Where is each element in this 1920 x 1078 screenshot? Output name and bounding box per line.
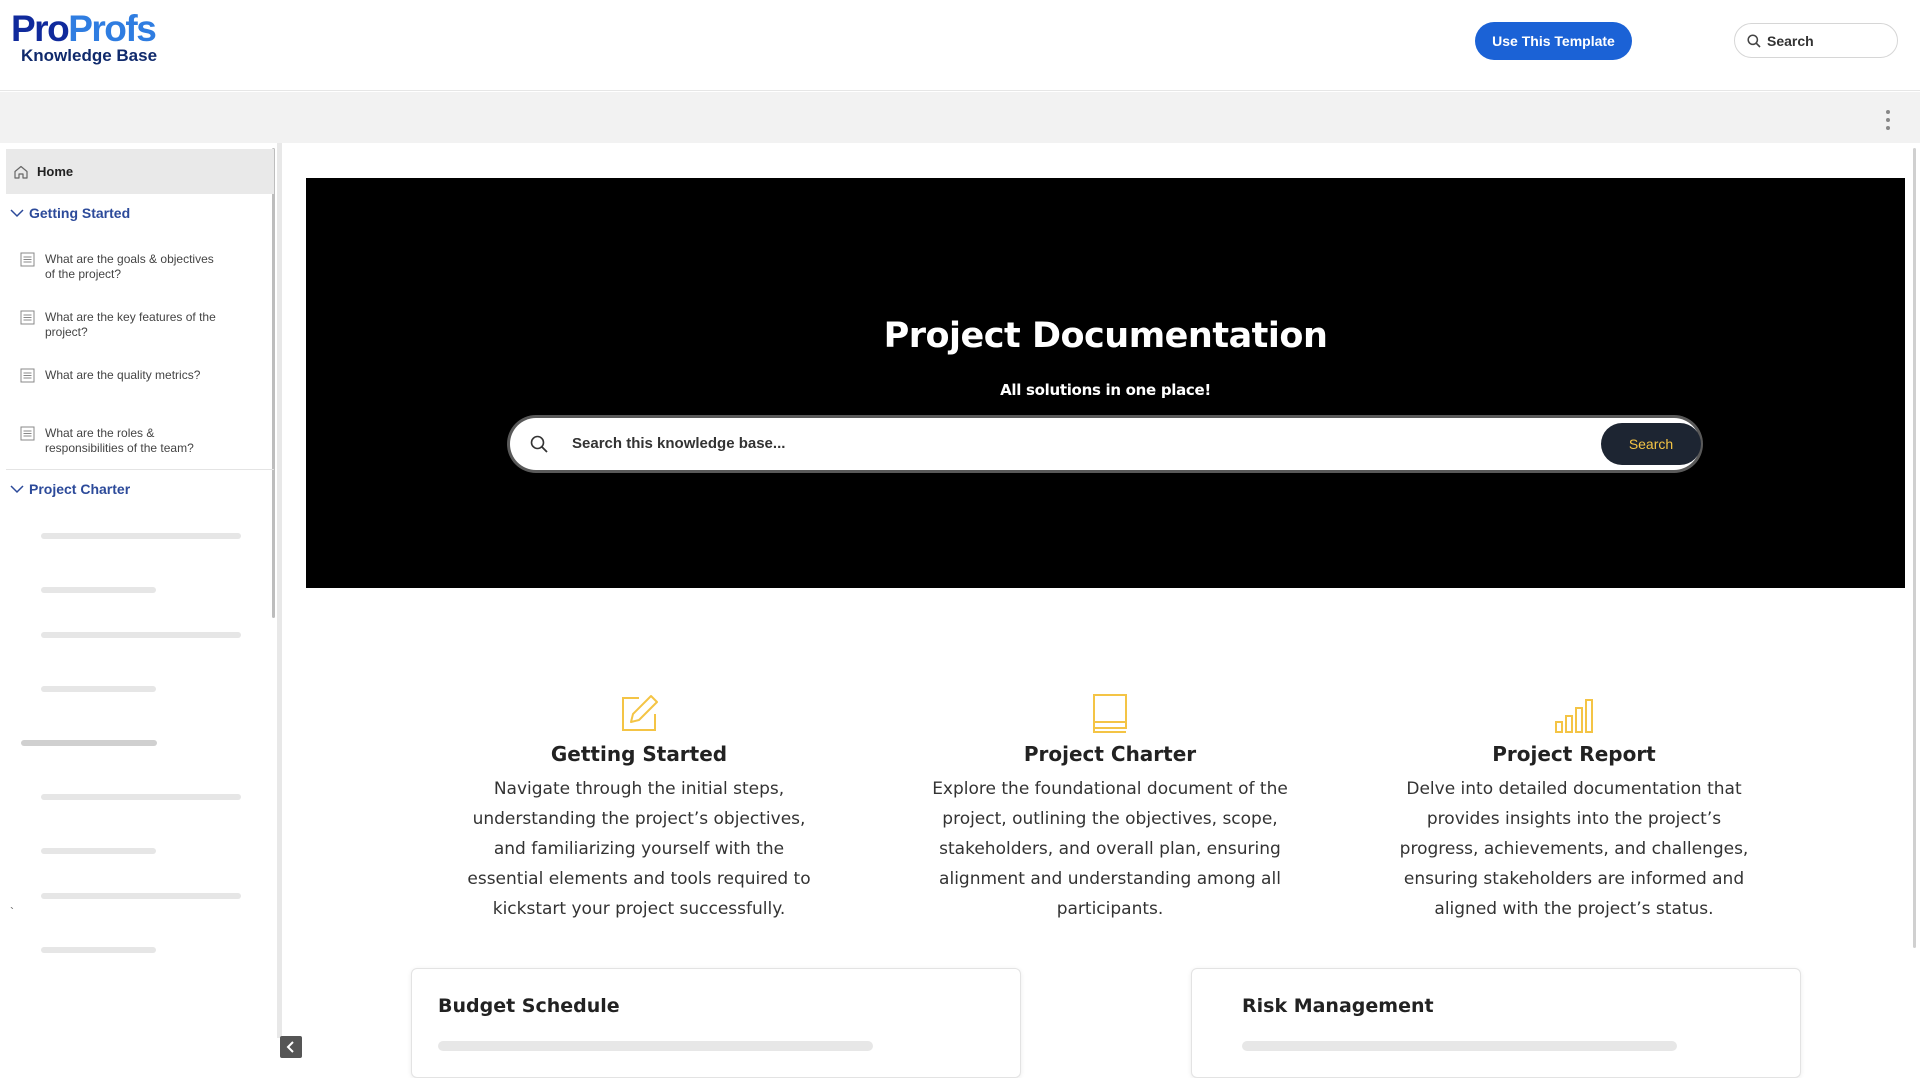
use-template-button[interactable]: Use This Template xyxy=(1475,22,1632,60)
sidebar-section-project-charter[interactable]: Project Charter xyxy=(10,481,130,497)
sidebar-section-getting-started[interactable]: Getting Started xyxy=(10,205,130,221)
category-description: Delve into detailed documentation that p… xyxy=(1399,779,1749,919)
sidebar-article-label: What are the key features of the project… xyxy=(45,310,216,339)
header-search-input[interactable]: Search xyxy=(1734,23,1898,58)
category-description: Explore the foundational document of the… xyxy=(932,779,1288,919)
document-icon xyxy=(20,310,35,325)
sidebar-navigation: Home Getting Started What are the goals … xyxy=(0,143,282,1038)
document-icon xyxy=(20,426,35,441)
chevron-down-icon xyxy=(10,485,24,494)
sidebar-section-label: Project Charter xyxy=(29,481,131,497)
sidebar-divider xyxy=(6,469,274,470)
sidebar-article[interactable]: What are the quality metrics? xyxy=(20,368,220,383)
loading-placeholder xyxy=(41,587,156,593)
sidebar-scrollbar[interactable] xyxy=(272,148,275,618)
category-title: Project Report xyxy=(1492,742,1656,766)
header-search-label: Search xyxy=(1767,32,1814,49)
logo-profs-text: Profs xyxy=(68,8,157,49)
sidebar-home-label: Home xyxy=(37,164,74,179)
loading-placeholder xyxy=(41,686,156,692)
collapse-sidebar-button[interactable] xyxy=(280,1036,302,1058)
page-title: Project Documentation xyxy=(883,316,1328,356)
sidebar-section-label: Getting Started xyxy=(29,205,131,221)
document-icon xyxy=(20,368,35,383)
search-icon xyxy=(1747,33,1761,48)
loading-placeholder xyxy=(41,632,241,638)
page-subtitle: All solutions in one place! xyxy=(1000,381,1211,399)
top-header: ProProfs Knowledge Base Use This Templat… xyxy=(0,0,1920,91)
card-title: Budget Schedule xyxy=(438,995,620,1017)
category-getting-started[interactable]: Getting Started Navigate through the ini… xyxy=(454,692,824,924)
stray-mark: ` xyxy=(10,905,14,919)
loading-placeholder xyxy=(438,1041,873,1051)
hero-banner: Project Documentation All solutions in o… xyxy=(306,178,1905,588)
sidebar-item-home[interactable]: Home xyxy=(6,149,274,194)
card-budget-schedule[interactable]: Budget Schedule xyxy=(411,968,1021,1078)
sidebar-article-label: What are the goals & objectives of the p… xyxy=(45,252,214,281)
loading-placeholder xyxy=(41,794,241,800)
knowledge-base-search[interactable]: Search this knowledge base... Search xyxy=(510,418,1701,470)
chevron-down-icon xyxy=(10,209,24,218)
loading-placeholder xyxy=(41,533,241,539)
bar-chart-icon xyxy=(1555,699,1593,733)
category-description: Navigate through the initial steps, unde… xyxy=(467,779,811,919)
chevron-left-icon xyxy=(286,1041,294,1053)
proprofs-logo[interactable]: ProProfs Knowledge Base xyxy=(11,10,171,66)
logo-pro-text: Pro xyxy=(11,8,70,49)
category-project-charter[interactable]: Project Charter Explore the foundational… xyxy=(925,692,1295,924)
sidebar-article-label: What are the roles & responsibilities of… xyxy=(45,426,194,455)
more-options-icon[interactable] xyxy=(1885,110,1891,130)
knowledge-base-search-input[interactable]: Search this knowledge base... xyxy=(572,435,785,452)
category-project-report[interactable]: Project Report Delve into detailed docum… xyxy=(1389,692,1759,924)
card-title: Risk Management xyxy=(1242,995,1434,1017)
category-title: Project Charter xyxy=(1023,742,1197,766)
sidebar-article-label: What are the quality metrics? xyxy=(45,368,201,382)
search-icon xyxy=(530,435,548,453)
home-icon xyxy=(14,165,28,179)
document-icon xyxy=(20,252,35,267)
main-scrollbar[interactable] xyxy=(1913,148,1916,948)
card-risk-management[interactable]: Risk Management xyxy=(1191,968,1801,1078)
sidebar-article[interactable]: What are the roles & responsibilities of… xyxy=(20,426,220,456)
category-title: Getting Started xyxy=(550,742,728,766)
book-icon xyxy=(1093,694,1127,733)
loading-placeholder xyxy=(1242,1041,1677,1051)
loading-placeholder xyxy=(41,848,156,854)
loading-placeholder xyxy=(41,893,241,899)
sidebar-article[interactable]: What are the goals & objectives of the p… xyxy=(20,252,220,282)
logo-subtitle: Knowledge Base xyxy=(21,46,158,65)
sidebar-article[interactable]: What are the key features of the project… xyxy=(20,310,220,340)
toolbar-strip xyxy=(0,92,1920,143)
loading-placeholder xyxy=(21,740,157,746)
knowledge-base-search-button[interactable]: Search xyxy=(1601,423,1701,465)
edit-icon xyxy=(622,695,658,731)
loading-placeholder xyxy=(41,947,156,953)
